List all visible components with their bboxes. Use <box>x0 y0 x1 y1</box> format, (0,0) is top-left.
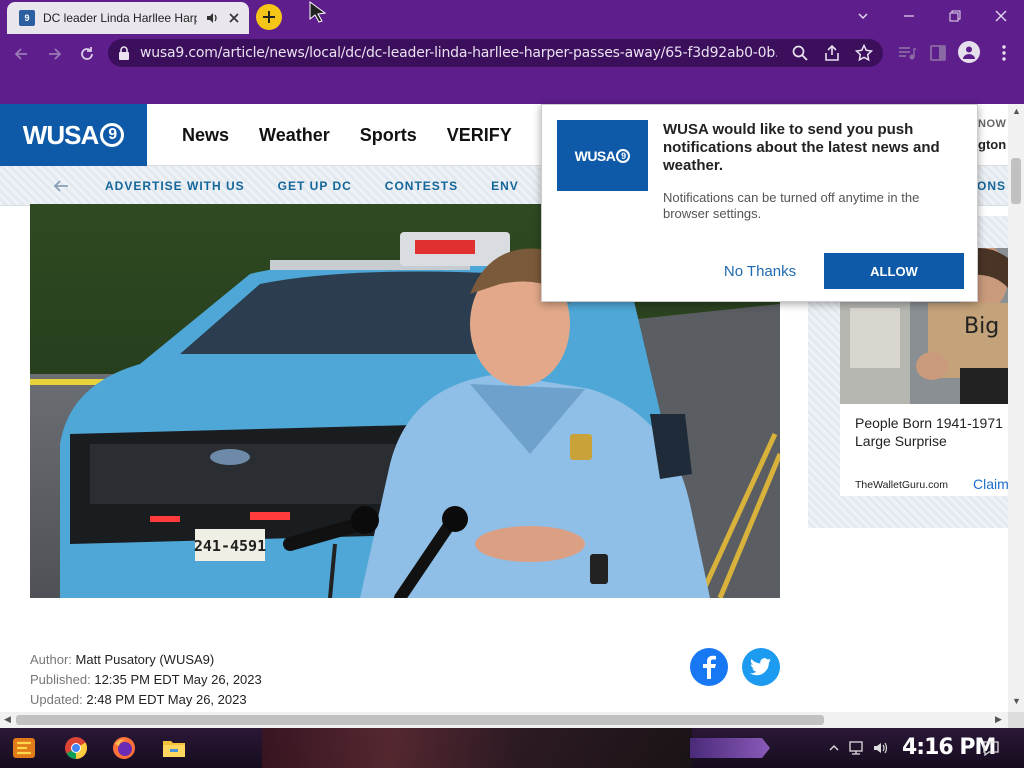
file-explorer-taskbar-icon[interactable] <box>160 734 188 762</box>
article-meta: Author: Matt Pusatory (WUSA9) Published:… <box>30 650 262 710</box>
published-label: Published: <box>30 672 91 687</box>
action-center-icon[interactable] <box>982 739 1000 757</box>
browser-toolbar: wusa9.com/article/news/local/dc/dc-leade… <box>0 34 1024 72</box>
url-text: wusa9.com/article/news/local/dc/dc-leade… <box>140 45 777 61</box>
close-tab-icon[interactable] <box>227 11 241 25</box>
media-control-icon[interactable] <box>897 43 917 63</box>
firefox-taskbar-icon[interactable] <box>110 734 138 762</box>
nav-item-sports[interactable]: Sports <box>360 125 417 146</box>
tray-chevron-icon[interactable] <box>826 740 842 756</box>
updated-line: Updated: 2:48 PM EDT May 26, 2023 <box>30 690 262 710</box>
published-line: Published: 12:35 PM EDT May 26, 2023 <box>30 670 262 690</box>
tab-title: DC leader Linda Harllee Harper passes aw… <box>43 11 197 25</box>
scroll-right-arrow-icon[interactable]: ▶ <box>995 714 1002 725</box>
volume-icon[interactable] <box>872 740 888 756</box>
ad-source[interactable]: TheWalletGuru.com <box>855 479 948 491</box>
subnav-back-arrow-icon[interactable] <box>52 178 70 194</box>
scrollbar-corner <box>1008 712 1024 728</box>
wusa9-favicon-icon: 9 <box>19 10 35 26</box>
speaker-icon[interactable] <box>205 11 219 25</box>
author-line: Author: Matt Pusatory (WUSA9) <box>30 650 262 670</box>
subnav-get-up-dc[interactable]: GET UP DC <box>278 179 352 193</box>
main-nav: News Weather Sports VERIFY <box>182 125 512 146</box>
horizontal-scroll-thumb[interactable] <box>16 715 824 725</box>
notification-title: WUSA would like to send you push notific… <box>663 121 940 174</box>
license-plate-text: 241-4591 <box>194 537 266 555</box>
notification-logo-text: WUSA <box>574 147 616 164</box>
taskbar-wallpaper-art <box>262 728 692 768</box>
side-panel-icon[interactable] <box>928 43 948 63</box>
ad-headline-line-2: Large Surprise <box>855 433 947 449</box>
new-tab-button[interactable] <box>256 4 282 30</box>
subnav-env[interactable]: ENV <box>491 179 519 193</box>
author-label: Author: <box>30 652 72 667</box>
scroll-down-arrow-icon[interactable]: ▼ <box>1012 696 1021 706</box>
start-button-icon[interactable] <box>10 734 38 762</box>
browser-tab[interactable]: 9 DC leader Linda Harllee Harper passes … <box>7 2 249 34</box>
network-icon[interactable] <box>848 740 864 756</box>
updated-label: Updated: <box>30 692 83 707</box>
logo-text: WUSA <box>22 119 99 150</box>
logo-nine: 9 <box>100 123 125 147</box>
back-arrow-icon[interactable] <box>12 45 30 63</box>
twitter-share-icon[interactable] <box>742 648 780 686</box>
facebook-share-icon[interactable] <box>690 648 728 686</box>
plus-icon <box>263 11 275 23</box>
scroll-up-arrow-icon[interactable]: ▲ <box>1012 106 1021 116</box>
ad-headline-line-1: People Born 1941-1971 <box>855 415 1003 431</box>
vertical-scroll-thumb[interactable] <box>1011 158 1021 204</box>
search-icon[interactable] <box>791 44 809 62</box>
push-notification-dialog: WUSA 9 WUSA would like to send you push n… <box>541 104 978 302</box>
reload-icon[interactable] <box>78 45 96 63</box>
subnav-contests[interactable]: CONTESTS <box>385 179 458 193</box>
forward-arrow-icon[interactable] <box>46 45 64 63</box>
updated-date: 2:48 PM EDT May 26, 2023 <box>86 692 247 707</box>
allow-button[interactable]: ALLOW <box>824 253 964 289</box>
header-location-label[interactable]: gton <box>978 137 1006 152</box>
restore-icon[interactable] <box>932 0 978 32</box>
browser-tab-strip: 9 DC leader Linda Harllee Harper passes … <box>0 0 1024 34</box>
site-logo[interactable]: WUSA 9 <box>0 104 147 166</box>
nav-item-weather[interactable]: Weather <box>259 125 330 146</box>
published-date: 12:35 PM EDT May 26, 2023 <box>94 672 262 687</box>
tab-search-icon[interactable] <box>840 0 886 32</box>
ad-claim-button[interactable]: Claim <box>973 476 1008 492</box>
mouse-cursor-icon <box>309 1 327 23</box>
ad-headline[interactable]: People Born 1941-1971 Large Surprise <box>855 414 1005 450</box>
taskbar-decoration <box>690 738 770 758</box>
address-bar[interactable]: wusa9.com/article/news/local/dc/dc-leade… <box>108 39 883 67</box>
close-window-icon[interactable] <box>978 0 1024 32</box>
no-thanks-button[interactable]: No Thanks <box>712 253 808 289</box>
notification-subtitle: Notifications can be turned off anytime … <box>663 190 920 221</box>
minimize-icon[interactable] <box>886 0 932 32</box>
subnav-right-item[interactable]: ONS <box>977 179 1006 193</box>
nav-item-verify[interactable]: VERIFY <box>447 125 512 146</box>
bookmark-star-icon[interactable] <box>855 44 873 62</box>
share-icon[interactable] <box>823 44 841 62</box>
header-now-label[interactable]: NOW <box>978 118 1006 130</box>
lock-icon[interactable] <box>118 46 130 60</box>
ad-sign-text: Big PAY <box>964 314 1008 339</box>
menu-kebab-icon[interactable] <box>994 43 1014 63</box>
notification-logo: WUSA 9 <box>557 120 648 191</box>
horizontal-scrollbar[interactable]: ◀ ▶ <box>0 712 1008 728</box>
bookmarks-bar <box>0 72 1024 104</box>
profile-avatar-icon[interactable] <box>958 41 980 63</box>
author-name[interactable]: Matt Pusatory (WUSA9) <box>76 652 215 667</box>
nav-item-news[interactable]: News <box>182 125 229 146</box>
notification-logo-nine: 9 <box>616 148 631 163</box>
scroll-left-arrow-icon[interactable]: ◀ <box>4 714 11 725</box>
windows-taskbar: 4:16 PM <box>0 728 1024 768</box>
chrome-taskbar-icon[interactable] <box>62 734 90 762</box>
subnav-advertise[interactable]: ADVERTISE WITH US <box>105 179 245 193</box>
vertical-scrollbar[interactable]: ▲ ▼ <box>1008 104 1024 712</box>
